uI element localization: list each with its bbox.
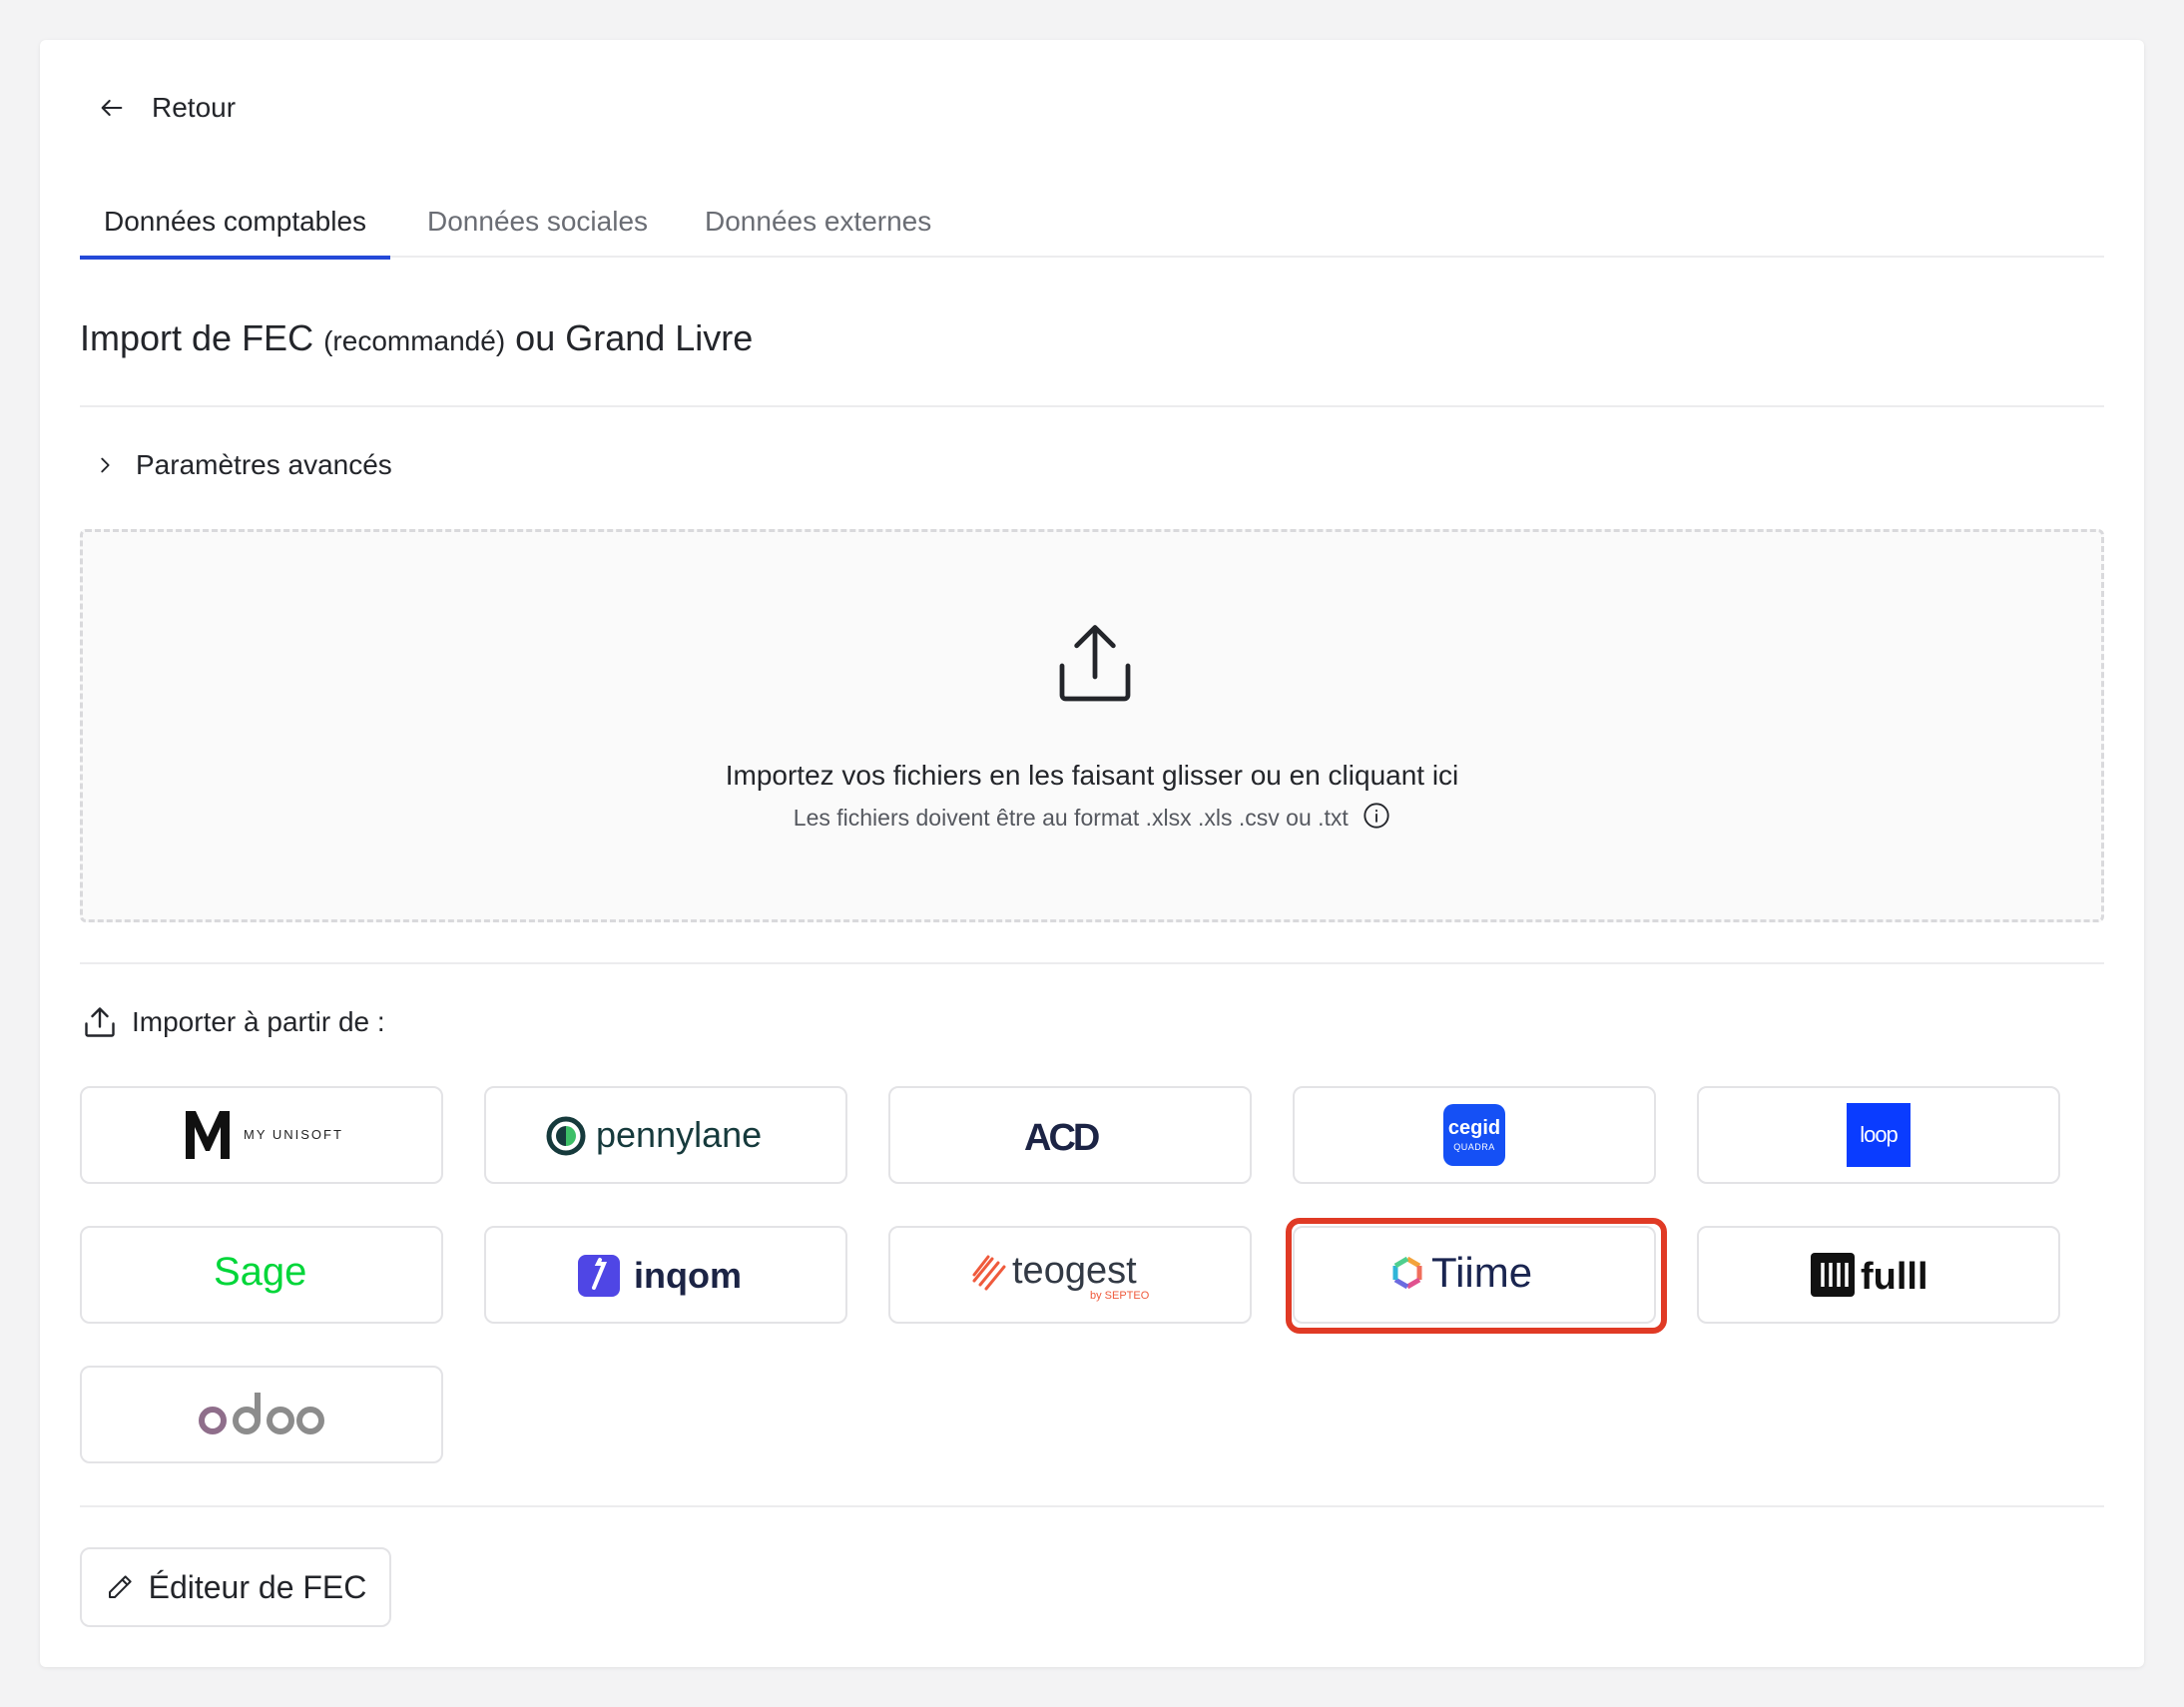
tab-donnees-comptables[interactable]: Données comptables bbox=[79, 206, 391, 260]
tiime-logo: Tiime bbox=[1392, 1249, 1532, 1296]
section-title-main: Import de FEC bbox=[80, 317, 314, 358]
pencil-icon bbox=[108, 1575, 132, 1598]
integration-loop[interactable]: loop bbox=[1697, 1086, 2060, 1184]
loop-logo-text: loop bbox=[1860, 1122, 1899, 1147]
fec-editor-button[interactable]: Éditeur de FEC bbox=[80, 1547, 391, 1627]
acd-logo: ACD bbox=[1024, 1117, 1102, 1159]
teogest-logo: teogest by SEPTEO bbox=[972, 1250, 1150, 1302]
tab-donnees-externes[interactable]: Données externes bbox=[705, 206, 931, 258]
divider bbox=[80, 962, 2104, 964]
arrow-left-icon bbox=[101, 99, 123, 117]
integration-tiime[interactable]: Tiime bbox=[1293, 1226, 1656, 1324]
integration-sage[interactable]: Sage bbox=[80, 1226, 443, 1324]
cegid-logo: cegid QUADRA bbox=[1443, 1104, 1505, 1166]
advanced-settings-toggle[interactable]: Paramètres avancés bbox=[94, 449, 392, 481]
sage-logo-text: Sage bbox=[214, 1250, 306, 1294]
back-label: Retour bbox=[152, 92, 237, 123]
dropzone-title: Importez vos fichiers en les faisant gli… bbox=[725, 760, 1459, 791]
fec-editor-label: Éditeur de FEC bbox=[148, 1568, 367, 1605]
upload-icon bbox=[85, 1007, 115, 1037]
file-dropzone[interactable]: Importez vos fichiers en les faisant gli… bbox=[80, 529, 2104, 922]
integration-acd[interactable]: ACD bbox=[888, 1086, 1252, 1184]
tab-bar: Données comptables Données sociales Donn… bbox=[79, 196, 2104, 260]
integration-cegid[interactable]: cegid QUADRA bbox=[1293, 1086, 1656, 1184]
integration-fulll[interactable]: fulll bbox=[1697, 1226, 2060, 1324]
teogest-logo-subtext: by SEPTEO bbox=[1090, 1290, 1150, 1302]
integration-odoo[interactable]: odoo bbox=[80, 1366, 443, 1463]
cegid-logo-text: cegid bbox=[1447, 1117, 1501, 1139]
odoo-logo: odoo bbox=[197, 1385, 324, 1434]
integration-myunisoft[interactable]: MY UNISOFT bbox=[80, 1086, 443, 1184]
pennylane-logo-text: pennylane bbox=[596, 1114, 762, 1155]
fulll-logo: fulll bbox=[1811, 1253, 1928, 1298]
integration-teogest[interactable]: teogest by SEPTEO bbox=[888, 1226, 1252, 1324]
tab-donnees-sociales[interactable]: Données sociales bbox=[427, 206, 648, 258]
upload-icon bbox=[1059, 625, 1131, 702]
import-from-label: Importer à partir de : bbox=[132, 1006, 385, 1037]
divider bbox=[80, 405, 2104, 407]
section-title-note: (recommandé) bbox=[323, 325, 506, 356]
inqom-logo: inqom bbox=[578, 1255, 742, 1297]
myunisoft-logo-text: MY UNISOFT bbox=[244, 1127, 341, 1142]
myunisoft-logo: MY UNISOFT bbox=[186, 1111, 341, 1159]
section-title-end: ou Grand Livre bbox=[515, 317, 754, 358]
loop-logo: loop bbox=[1847, 1103, 1911, 1167]
sage-logo: Sage bbox=[214, 1250, 306, 1294]
inqom-logo-text: inqom bbox=[634, 1255, 742, 1296]
import-from-heading: Importer à partir de : bbox=[82, 1004, 385, 1040]
dropzone-subtitle-row: Les fichiers doivent être au format .xls… bbox=[83, 802, 2101, 832]
dropzone-subtitle: Les fichiers doivent être au format .xls… bbox=[793, 805, 1349, 831]
cegid-logo-subtext: QUADRA bbox=[1453, 1142, 1495, 1152]
odoo-logo-text: odoo bbox=[197, 1385, 200, 1386]
fulll-logo-text: fulll bbox=[1861, 1256, 1928, 1298]
info-icon[interactable] bbox=[1363, 802, 1390, 830]
teogest-logo-text: teogest bbox=[1012, 1250, 1137, 1292]
section-title: Import de FEC (recommandé) ou Grand Livr… bbox=[80, 317, 753, 359]
divider bbox=[80, 1505, 2104, 1507]
pennylane-logo: pennylane bbox=[546, 1114, 762, 1156]
back-link[interactable]: Retour bbox=[98, 92, 236, 124]
tiime-logo-text: Tiime bbox=[1431, 1249, 1532, 1296]
advanced-settings-label: Paramètres avancés bbox=[136, 449, 392, 480]
integration-pennylane[interactable]: pennylane bbox=[484, 1086, 847, 1184]
chevron-right-icon bbox=[101, 457, 110, 473]
integration-inqom[interactable]: inqom bbox=[484, 1226, 847, 1324]
acd-logo-text: ACD bbox=[1024, 1117, 1099, 1159]
